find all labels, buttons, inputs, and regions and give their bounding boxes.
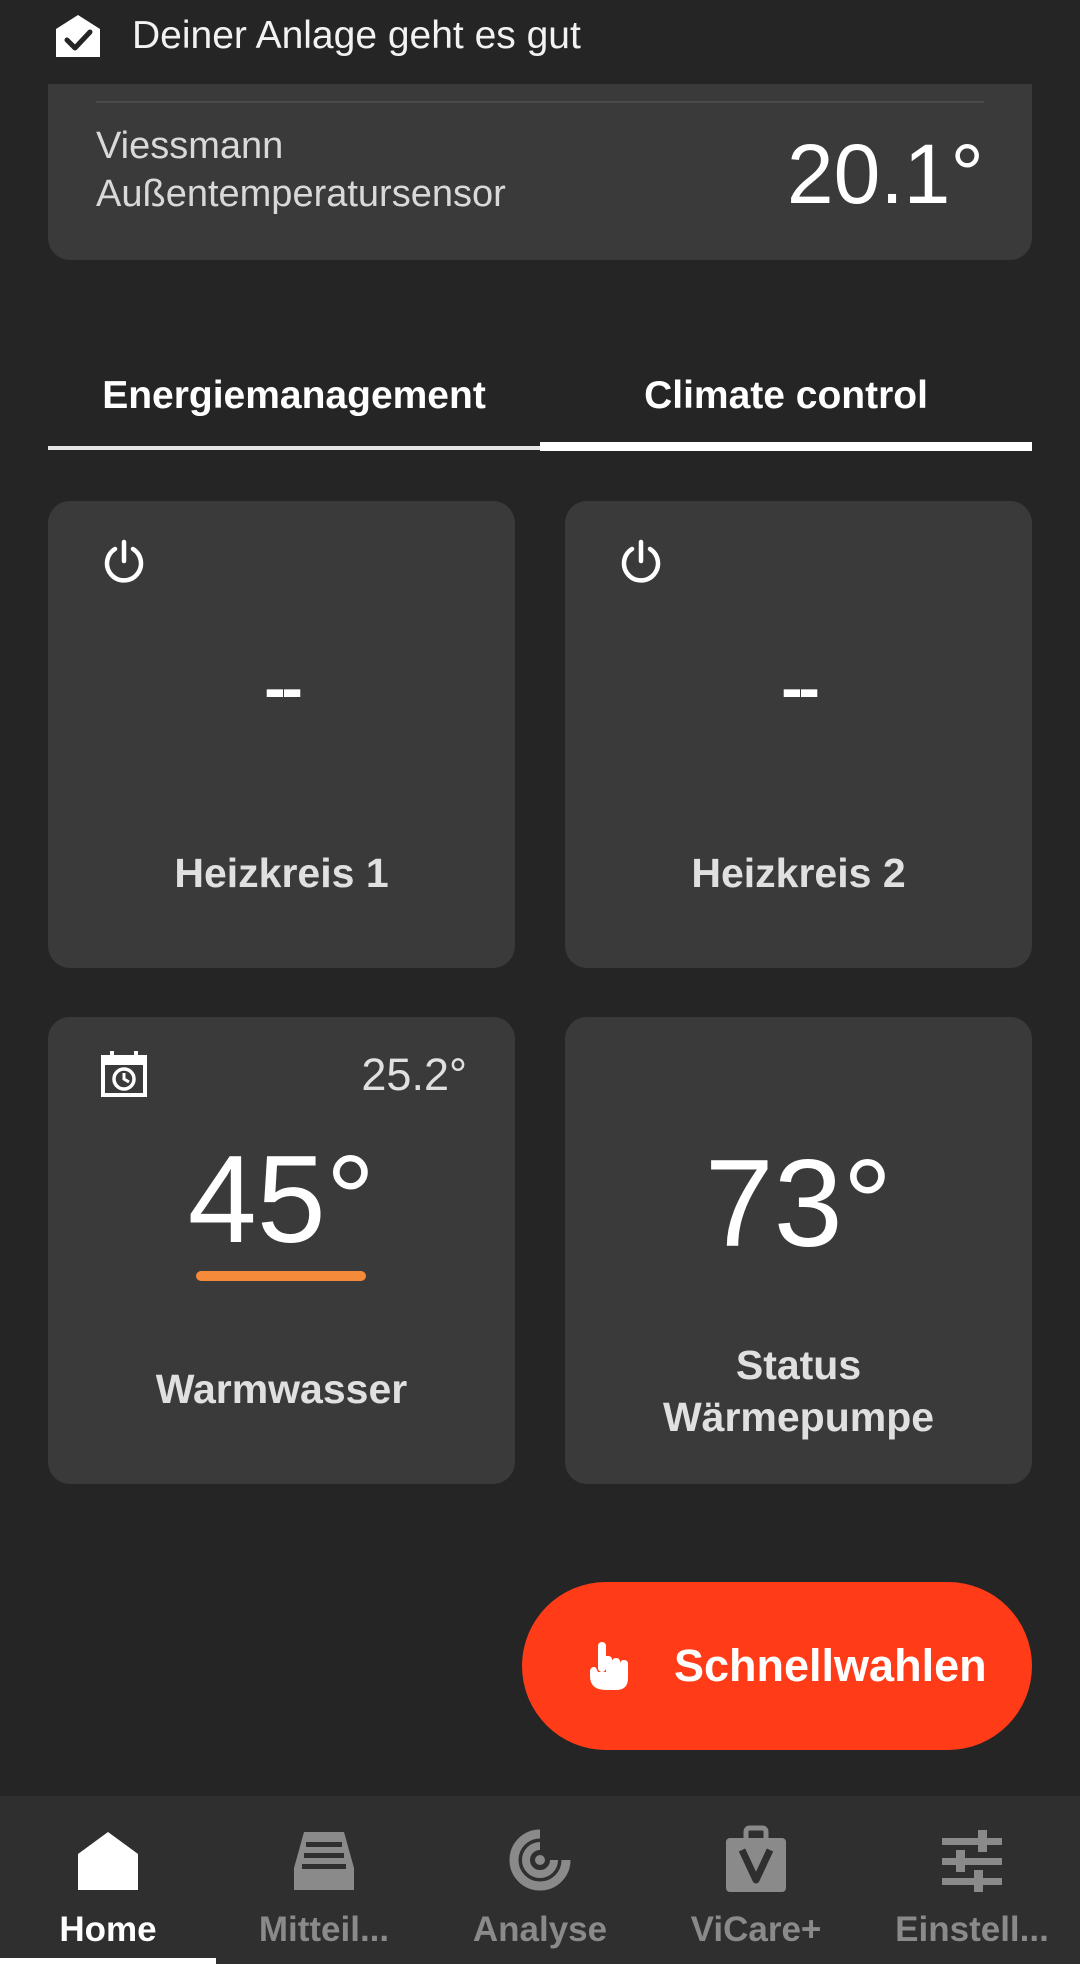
nav-mitteilungen[interactable]: Mitteil... — [216, 1796, 432, 1964]
nav-home-label: Home — [59, 1910, 157, 1949]
tile-heizkreis-2[interactable]: -- Heizkreis 2 — [565, 501, 1032, 968]
waermepumpe-temp: 73° — [704, 1135, 893, 1273]
tile-warmwasser[interactable]: 25.2° 45° Warmwasser — [48, 1017, 515, 1484]
nav-home[interactable]: Home — [0, 1796, 216, 1964]
analysis-icon — [509, 1829, 571, 1891]
warmwasser-label: Warmwasser — [155, 1366, 408, 1412]
warmwasser-current-temp: 25.2° — [361, 1049, 467, 1100]
heizkreis-2-label: Heizkreis 2 — [691, 850, 906, 896]
house-check-icon — [56, 15, 100, 57]
tile-status-waermepumpe[interactable]: 73° Status Wärmepumpe — [565, 1017, 1032, 1484]
nav-vicare-plus-label: ViCare+ — [690, 1910, 822, 1949]
sensor-temperature: 20.1° — [786, 127, 984, 221]
waermepumpe-label-line2: Wärmepumpe — [662, 1394, 935, 1440]
tab-active-indicator — [540, 442, 1032, 451]
schnellwahlen-label: Schnellwahlen — [674, 1640, 987, 1691]
nav-einstellungen[interactable]: Einstell... — [864, 1796, 1080, 1964]
waermepumpe-label-line1: Status — [735, 1342, 862, 1388]
inbox-icon — [294, 1832, 354, 1890]
tab-climate-control[interactable]: Climate control — [540, 340, 1032, 452]
nav-analyse-label: Analyse — [472, 1910, 608, 1949]
nav-einstellungen-label: Einstell... — [895, 1910, 1049, 1949]
heizkreis-1-label: Heizkreis 1 — [174, 850, 389, 896]
heizkreis-2-value: -- — [781, 652, 820, 724]
bottom-navigation: Home Mitteil... Analyse ViCare+ Einstell… — [0, 1796, 1080, 1964]
nav-mitteilungen-label: Mitteil... — [258, 1910, 390, 1949]
warmwasser-target-temp: 45° — [187, 1131, 376, 1269]
calendar-clock-icon — [101, 1051, 147, 1097]
outdoor-sensor-card[interactable]: Viessmann Außentemperatursensor 20.1° — [48, 84, 1032, 260]
schnellwahlen-button[interactable]: Schnellwahlen — [522, 1582, 1032, 1750]
nav-active-indicator — [0, 1958, 216, 1964]
vicare-bag-icon — [726, 1825, 786, 1892]
sliders-icon — [942, 1830, 1002, 1892]
tab-bar: Energiemanagement Climate control — [48, 340, 1032, 452]
system-status-banner[interactable]: Deiner Anlage geht es gut — [0, 0, 1080, 72]
home-screen: Deiner Anlage geht es gut Viessmann Auße… — [0, 0, 1080, 1964]
nav-vicare-plus[interactable]: ViCare+ — [648, 1796, 864, 1964]
tab-energiemanagement[interactable]: Energiemanagement — [48, 340, 540, 452]
home-icon — [78, 1832, 138, 1890]
card-divider — [96, 101, 984, 103]
tab-underline — [48, 446, 540, 450]
hand-pointer-icon — [590, 1642, 628, 1690]
nav-analyse[interactable]: Analyse — [432, 1796, 648, 1964]
heizkreis-1-value: -- — [264, 652, 303, 724]
tile-heizkreis-1[interactable]: -- Heizkreis 1 — [48, 501, 515, 968]
sensor-name: Viessmann Außentemperatursensor — [96, 125, 506, 215]
warmwasser-active-indicator — [196, 1271, 366, 1281]
power-icon[interactable] — [617, 537, 665, 585]
power-icon[interactable] — [100, 537, 148, 585]
status-text: Deiner Anlage geht es gut — [132, 14, 581, 57]
